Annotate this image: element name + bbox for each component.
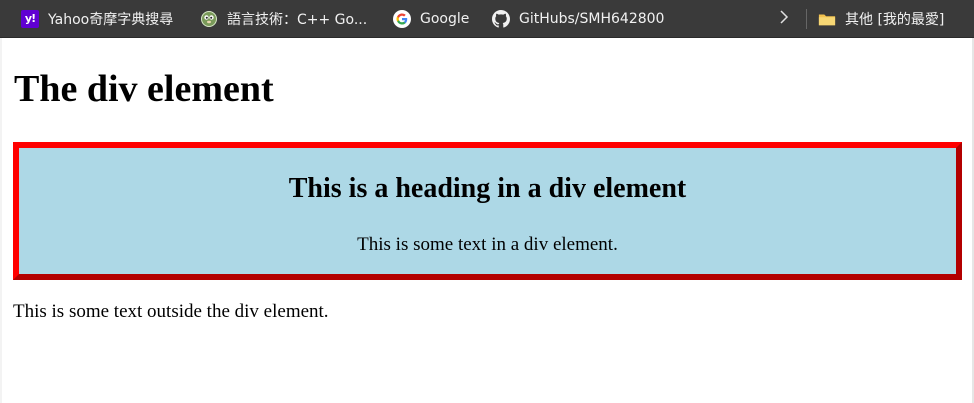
more-bookmarks-button[interactable] — [770, 5, 798, 33]
gopher-icon — [200, 10, 218, 28]
bookmark-yahoo-dictionary[interactable]: y! Yahoo奇摩字典搜尋 — [13, 5, 181, 33]
bookmark-folder-other[interactable]: 其他 [我的最愛] — [810, 5, 952, 33]
page-title: The div element — [14, 68, 274, 110]
google-icon — [393, 9, 411, 28]
bookmark-google[interactable]: Google — [385, 5, 477, 33]
chevron-right-icon — [778, 9, 790, 29]
yahoo-icon: y! — [21, 9, 39, 28]
folder-icon — [818, 10, 836, 28]
div-container: This is a heading in a div element This … — [13, 142, 962, 280]
page-content: The div element This is a heading in a d… — [0, 38, 974, 403]
github-icon — [492, 9, 510, 28]
left-edge — [0, 38, 2, 403]
bookmark-github[interactable]: GitHubs/SMH642800 — [484, 5, 672, 33]
bookmark-label: Yahoo奇摩字典搜尋 — [48, 11, 174, 28]
div-heading: This is a heading in a div element — [288, 173, 687, 204]
outside-text: This is some text outside the div elemen… — [13, 301, 329, 322]
div-text: This is some text in a div element. — [357, 234, 618, 255]
bookmark-label: Google — [420, 10, 470, 27]
bookmarks-divider — [806, 9, 807, 29]
bookmark-language-tech[interactable]: 語言技術：C++ Go... — [192, 5, 375, 33]
bookmarks-bar: y! Yahoo奇摩字典搜尋 語言技術：C++ Go... Google Git… — [0, 0, 974, 38]
bookmark-label: 其他 [我的最愛] — [845, 11, 945, 28]
bookmark-label: GitHubs/SMH642800 — [519, 10, 665, 27]
bookmark-label: 語言技術：C++ Go... — [227, 11, 368, 28]
